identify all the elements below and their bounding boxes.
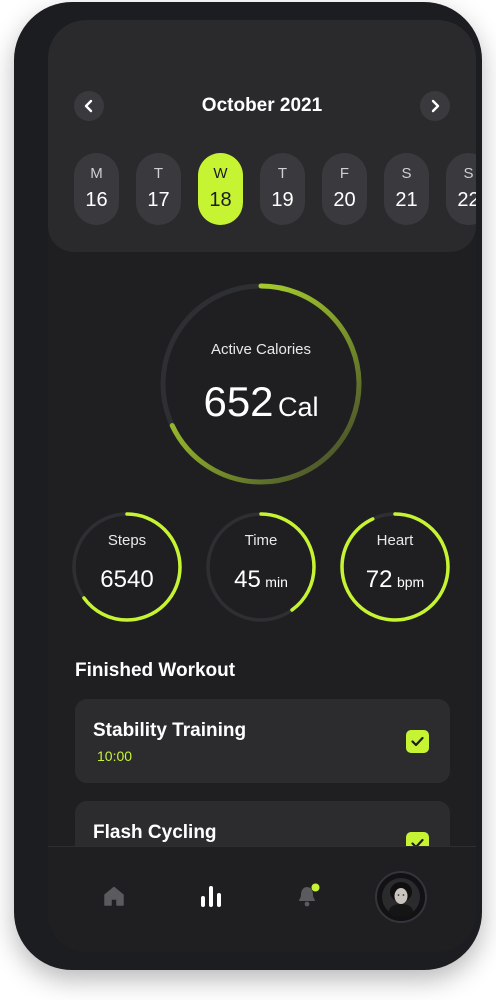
calories-unit: Cal (278, 392, 319, 422)
day-pill-19[interactable]: T 19 (260, 153, 305, 225)
day-number: 18 (209, 189, 232, 211)
workout-card-stability-training[interactable]: Stability Training 10:00 (75, 699, 450, 783)
workout-name: Stability Training (93, 720, 247, 741)
day-letter: S (401, 165, 412, 182)
bar-chart-icon (201, 886, 221, 907)
time-value: 45 min (206, 565, 316, 598)
day-letter: T (277, 165, 288, 182)
finished-workout-title: Finished Workout (75, 660, 236, 681)
profile-avatar[interactable] (375, 871, 427, 923)
day-number: 16 (85, 189, 108, 211)
heart-label: Heart (376, 532, 414, 549)
day-pill-20[interactable]: F 20 (322, 153, 367, 225)
home-icon (104, 886, 124, 906)
day-letter: T (153, 165, 164, 182)
heart-number: 72 (365, 566, 393, 593)
heart-ring: Heart 72 bpm (340, 512, 450, 622)
heart-value: 72 bpm (340, 565, 450, 598)
notification-bell-icon (299, 883, 320, 907)
steps-label: Steps (107, 532, 147, 549)
active-calories-label: Active Calories (210, 341, 312, 358)
nav-home[interactable] (100, 883, 128, 909)
heart-unit: bpm (396, 574, 425, 590)
day-pill-17[interactable]: T 17 (136, 153, 181, 225)
app-screen: October 2021 M 16 T 17 W 18 T 19 F 20 S … (48, 20, 476, 952)
day-pill-16[interactable]: M 16 (74, 153, 119, 225)
day-number: 20 (333, 189, 356, 211)
active-calories-value: 652 Cal (159, 378, 363, 436)
next-month-button[interactable] (420, 91, 450, 121)
checkmark-icon (411, 736, 424, 747)
time-unit: min (265, 574, 288, 590)
nav-stats[interactable] (196, 881, 226, 911)
workout-done-checkbox[interactable] (406, 730, 429, 753)
day-pill-21[interactable]: S 21 (384, 153, 429, 225)
steps-number: 6540 (100, 566, 154, 593)
month-title: October 2021 (201, 95, 323, 116)
day-letter: F (339, 165, 350, 182)
avatar (382, 878, 420, 916)
day-letter: W (213, 165, 228, 182)
bottom-navigation (48, 846, 476, 952)
day-pill-22[interactable]: S 22 (446, 153, 476, 225)
chevron-right-icon (431, 99, 440, 113)
day-letter: M (90, 165, 103, 182)
active-calories-ring: Active Calories 652 Cal (159, 282, 363, 486)
nav-notifications[interactable] (291, 880, 325, 910)
workout-time: 10:00 (97, 748, 133, 764)
workout-name: Flash Cycling (93, 822, 217, 843)
time-number: 45 (234, 566, 261, 593)
time-label: Time (244, 532, 278, 549)
day-pill-18-selected[interactable]: W 18 (198, 153, 243, 225)
day-number: 21 (395, 189, 418, 211)
notification-badge (311, 883, 320, 892)
phone-frame: October 2021 M 16 T 17 W 18 T 19 F 20 S … (14, 2, 482, 970)
calendar-panel: October 2021 M 16 T 17 W 18 T 19 F 20 S … (48, 20, 476, 252)
calories-number: 652 (203, 378, 274, 425)
day-number: 19 (271, 189, 294, 211)
day-number: 17 (147, 189, 170, 211)
steps-ring: Steps 6540 (72, 512, 182, 622)
time-ring: Time 45 min (206, 512, 316, 622)
steps-value: 6540 (72, 565, 182, 598)
day-letter: S (463, 165, 474, 182)
day-number: 22 (457, 189, 476, 211)
